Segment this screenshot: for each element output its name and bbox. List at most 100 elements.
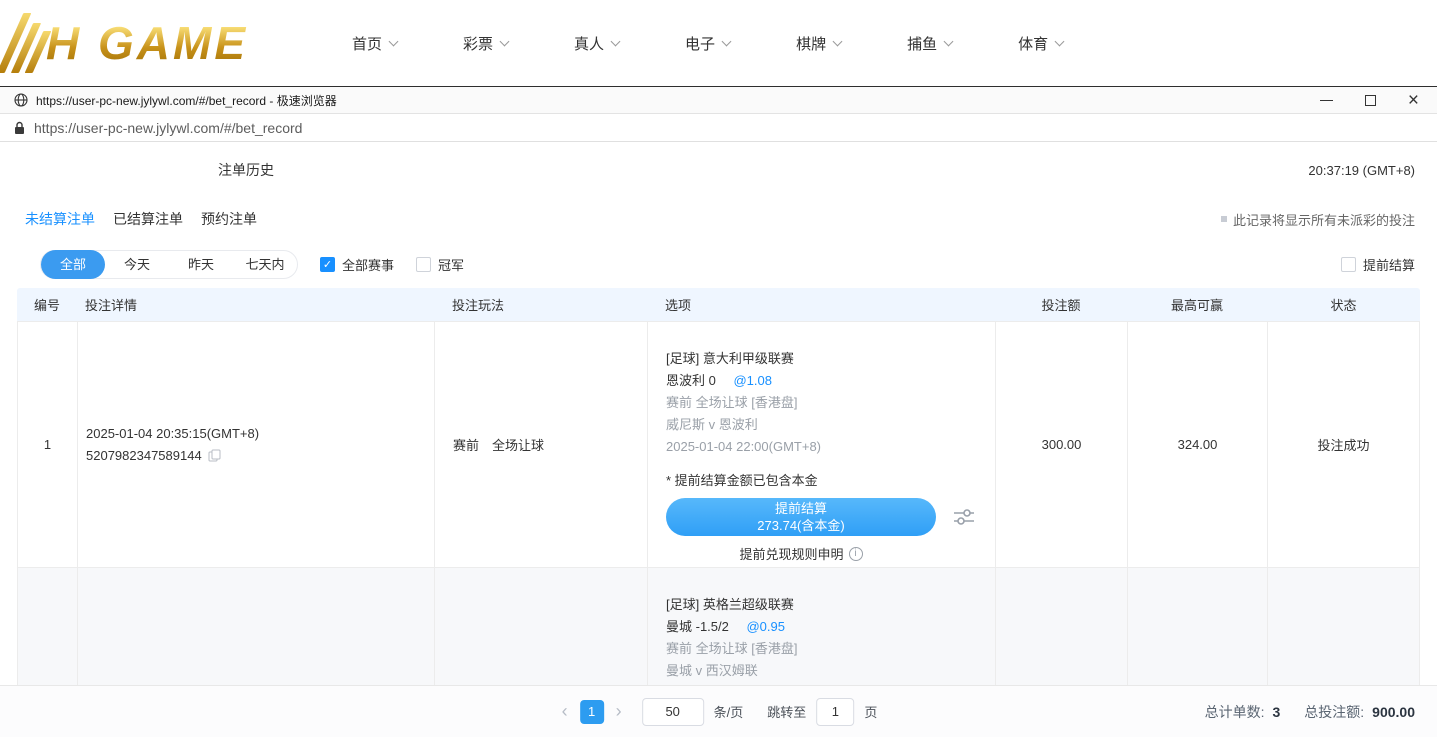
header-amount: 投注额	[995, 295, 1127, 314]
header-play: 投注玩法	[434, 295, 647, 314]
nav-label: 首页	[352, 33, 382, 54]
market-type: 赛前 全场让球 [香港盘]	[666, 638, 995, 660]
page-time: 20:37:19 (GMT+8)	[1308, 163, 1415, 178]
pill-week[interactable]: 七天内	[233, 250, 297, 279]
pill-all[interactable]: 全部	[41, 250, 105, 279]
champion-checkbox[interactable]: 冠军	[416, 255, 464, 274]
early-settlement-label: 提前结算	[1363, 255, 1415, 274]
header-maxwin: 最高可赢	[1127, 295, 1267, 314]
chevron-down-icon	[500, 36, 510, 46]
early-settlement-checkbox[interactable]: 提前结算	[1341, 255, 1415, 274]
total-count-label: 总计单数:	[1205, 702, 1265, 722]
nav-item-fishing[interactable]: 捕鱼	[907, 33, 952, 54]
tabs-row: 未结算注单 已结算注单 预约注单 此记录将显示所有未派彩的投注	[0, 198, 1437, 240]
close-button[interactable]: ×	[1408, 91, 1419, 110]
tab-reserved[interactable]: 预约注单	[201, 209, 257, 229]
cashout-button-title: 提前结算	[775, 500, 827, 517]
prev-page-button[interactable]: ‹	[560, 701, 570, 722]
record-note: 此记录将显示所有未派彩的投注	[1221, 210, 1415, 229]
total-count-value: 3	[1272, 704, 1280, 720]
chevron-down-icon	[722, 36, 732, 46]
total-amount-label: 总投注额:	[1304, 702, 1364, 722]
bet-detail-cell: 2025-01-04 20:35:15(GMT+8) 5207982347589…	[78, 322, 435, 567]
header-detail: 投注详情	[77, 295, 434, 314]
nav-item-cards[interactable]: 棋牌	[796, 33, 841, 54]
pagination: ‹ 1 › 条/页 跳转至 页	[560, 698, 878, 726]
bet-amount: 300.00	[996, 322, 1128, 567]
page-content: 注单历史 20:37:19 (GMT+8) 未结算注单 已结算注单 预约注单 此…	[0, 142, 1437, 737]
pick-name: 恩波利 0	[666, 373, 716, 388]
pagination-bar: ‹ 1 › 条/页 跳转至 页 总计单数: 3 总投注额: 900.00	[0, 685, 1437, 737]
tab-unsettled[interactable]: 未结算注单	[25, 209, 95, 229]
bet-id: 1	[18, 322, 78, 567]
current-page[interactable]: 1	[580, 700, 604, 724]
table-header: 编号 投注详情 投注玩法 选项 投注额 最高可赢 状态	[17, 288, 1420, 321]
next-page-button[interactable]: ›	[614, 701, 624, 722]
jump-label: 跳转至	[767, 702, 806, 721]
nav-item-sports[interactable]: 体育	[1018, 33, 1063, 54]
tab-settled[interactable]: 已结算注单	[113, 209, 183, 229]
match-teams: 曼城 v 西汉姆联	[666, 660, 995, 682]
cashout-note: * 提前结算金额已包含本金	[666, 470, 995, 492]
header-id: 编号	[17, 295, 77, 314]
league-name: [足球] 英格兰超级联赛	[666, 594, 995, 616]
nav-item-live[interactable]: 真人	[574, 33, 619, 54]
chevron-down-icon	[611, 36, 621, 46]
checkbox-checked-icon: ✓	[320, 257, 335, 272]
cashout-button[interactable]: 提前结算 273.74(含本金)	[666, 498, 936, 536]
page-title: 注单历史	[218, 160, 274, 180]
nav-label: 体育	[1018, 33, 1048, 54]
filters-row: 全部 今天 昨天 七天内 ✓ 全部赛事 冠军 提前结算	[0, 240, 1437, 288]
nav-label: 捕鱼	[907, 33, 937, 54]
checkbox-unchecked-icon	[1341, 257, 1356, 272]
header-option: 选项	[647, 295, 995, 314]
jump-page-input[interactable]	[816, 698, 854, 726]
nav-item-home[interactable]: 首页	[352, 33, 397, 54]
minimize-button[interactable]	[1320, 100, 1333, 101]
page-size-input[interactable]	[642, 698, 704, 726]
table-body: 1 2025-01-04 20:35:15(GMT+8) 52079823475…	[17, 321, 1420, 737]
logo-emblem	[10, 13, 42, 73]
odds-value: @0.95	[746, 619, 785, 634]
nav-label: 棋牌	[796, 33, 826, 54]
copy-icon[interactable]	[208, 449, 221, 462]
browser-titlebar: https://user-pc-new.jylywl.com/#/bet_rec…	[0, 86, 1437, 114]
league-name: [足球] 意大利甲级联赛	[666, 348, 995, 370]
bet-option-cell: [足球] 意大利甲级联赛 恩波利 0 @1.08 赛前 全场让球 [香港盘] 威…	[648, 322, 996, 567]
window-title: https://user-pc-new.jylywl.com/#/bet_rec…	[36, 92, 337, 109]
bet-status: 投注成功	[1268, 322, 1419, 567]
jump-suffix-label: 页	[864, 702, 877, 721]
pill-today[interactable]: 今天	[105, 250, 169, 279]
bet-play: 赛前 全场让球	[435, 322, 648, 567]
date-filter-group: 全部 今天 昨天 七天内	[40, 250, 298, 279]
note-bullet-icon	[1221, 216, 1227, 222]
site-header: H GAME 首页 彩票 真人 电子 棋牌 捕鱼 体育	[0, 0, 1437, 86]
match-time: 2025-01-04 22:00(GMT+8)	[666, 436, 995, 458]
lock-icon	[14, 121, 25, 135]
logo: H GAME	[10, 13, 300, 73]
nav-item-slots[interactable]: 电子	[685, 33, 730, 54]
globe-icon	[14, 93, 28, 107]
slider-icon[interactable]	[952, 505, 976, 529]
nav-label: 电子	[685, 33, 715, 54]
total-amount-value: 900.00	[1372, 704, 1415, 720]
cashout-rule-line: 提前兑现规则申明 i	[666, 544, 936, 563]
cashout-rule-link[interactable]: 提前兑现规则申明	[739, 544, 843, 563]
pill-yesterday[interactable]: 昨天	[169, 250, 233, 279]
window-controls: ×	[1320, 91, 1423, 110]
chevron-down-icon	[833, 36, 843, 46]
nav-item-lottery[interactable]: 彩票	[463, 33, 508, 54]
page-header: 注单历史 20:37:19 (GMT+8)	[0, 142, 1437, 198]
chevron-down-icon	[944, 36, 954, 46]
all-events-checkbox[interactable]: ✓ 全部赛事	[320, 255, 394, 274]
match-teams: 威尼斯 v 恩波利	[666, 414, 995, 436]
browser-urlbar[interactable]: https://user-pc-new.jylywl.com/#/bet_rec…	[0, 114, 1437, 142]
odds-value: @1.08	[733, 373, 772, 388]
maximize-button[interactable]	[1365, 95, 1376, 106]
all-events-label: 全部赛事	[342, 255, 394, 274]
pick-name: 曼城 -1.5/2	[666, 619, 729, 634]
logo-text: H GAME	[46, 20, 248, 66]
info-icon[interactable]: i	[849, 547, 863, 561]
record-note-text: 此记录将显示所有未派彩的投注	[1233, 210, 1415, 229]
nav-label: 真人	[574, 33, 604, 54]
